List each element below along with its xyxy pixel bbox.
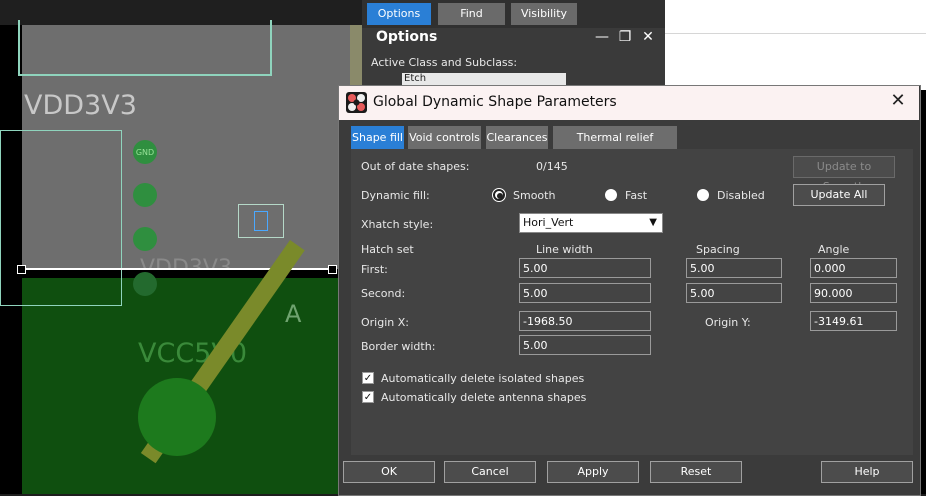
cancel-button[interactable]: Cancel	[444, 461, 536, 483]
radio-disabled-label: Disabled	[717, 189, 765, 202]
dialog-title: Global Dynamic Shape Parameters	[373, 94, 617, 110]
background-window	[665, 0, 926, 90]
reset-button[interactable]: Reset	[650, 461, 742, 483]
component-outline-left	[0, 130, 122, 306]
component-outline-top	[18, 20, 272, 76]
via-pad[interactable]	[133, 183, 157, 207]
update-to-smooth-button[interactable]: Update to Smooth	[793, 156, 895, 193]
angle-header: Angle	[818, 243, 850, 256]
help-button[interactable]: Help	[821, 461, 913, 483]
delete-antenna-label: Automatically delete antenna shapes	[381, 391, 587, 404]
origin-x-label: Origin X:	[361, 316, 409, 329]
xhatch-style-select[interactable]: Hori_Vert ▼	[519, 213, 663, 233]
silkscreen-text: A	[285, 300, 302, 328]
second-spacing-input[interactable]: 5.00	[686, 283, 782, 303]
gnd-pad[interactable]: GND	[133, 140, 157, 164]
tab-thermal-relief[interactable]: Thermal relief connects	[553, 126, 677, 167]
first-spacing-input[interactable]: 5.00	[686, 258, 782, 278]
out-of-date-value: 0/145	[536, 160, 568, 173]
active-class-label: Active Class and Subclass:	[371, 56, 518, 69]
background-divider	[665, 33, 926, 34]
close-icon[interactable]: ✕	[640, 29, 656, 45]
tab-shape-fill[interactable]: Shape fill	[351, 126, 404, 149]
selection-handle[interactable]	[17, 265, 26, 274]
restore-icon[interactable]: ❐	[617, 29, 633, 45]
component-pin	[254, 211, 268, 231]
border-width-label: Border width:	[361, 340, 436, 353]
mounting-pad	[138, 378, 216, 456]
first-angle-input[interactable]: 0.000	[810, 258, 897, 278]
spacing-header: Spacing	[696, 243, 740, 256]
apply-button[interactable]: Apply	[547, 461, 639, 483]
line-width-header: Line width	[536, 243, 593, 256]
tab-find[interactable]: Find	[438, 3, 505, 25]
class-select-value: Etch	[404, 73, 427, 84]
out-of-date-label: Out of date shapes:	[361, 160, 470, 173]
net-label-vdd3v3: VDD3V3	[24, 90, 137, 121]
origin-y-input[interactable]: -3149.61	[810, 311, 897, 331]
chevron-down-icon: ▼	[649, 217, 657, 228]
second-line-width-input[interactable]: 5.00	[519, 283, 651, 303]
tab-options[interactable]: Options	[367, 3, 431, 25]
origin-y-label: Origin Y:	[705, 316, 751, 329]
options-title: Options	[376, 29, 438, 45]
update-all-button[interactable]: Update All	[793, 184, 885, 206]
xhatch-style-value: Hori_Vert	[523, 216, 574, 229]
radio-smooth-label: Smooth	[513, 189, 556, 202]
minimize-icon[interactable]: —	[594, 29, 610, 45]
xhatch-style-label: Xhatch style:	[361, 218, 434, 231]
hatch-set-label: Hatch set	[361, 243, 414, 256]
radio-fast[interactable]	[605, 189, 617, 201]
radio-smooth[interactable]	[492, 188, 506, 202]
first-line-width-input[interactable]: 5.00	[519, 258, 651, 278]
second-angle-input[interactable]: 90.000	[810, 283, 897, 303]
via-pad[interactable]	[133, 272, 157, 296]
delete-antenna-checkbox[interactable]: ✓	[362, 391, 374, 403]
via-pad[interactable]	[133, 227, 157, 251]
origin-x-input[interactable]: -1968.50	[519, 311, 651, 331]
delete-isolated-checkbox[interactable]: ✓	[362, 372, 374, 384]
selection-handle[interactable]	[328, 265, 337, 274]
dialog-close-icon[interactable]: ✕	[888, 90, 908, 111]
border-width-input[interactable]: 5.00	[519, 335, 651, 355]
tab-void-controls[interactable]: Void controls	[408, 126, 481, 149]
gnd-pad-label: GND	[135, 147, 155, 157]
ok-button[interactable]: OK	[343, 461, 435, 483]
radio-disabled[interactable]	[697, 189, 709, 201]
second-label: Second:	[361, 287, 406, 300]
radio-fast-label: Fast	[625, 189, 648, 202]
tab-clearances[interactable]: Clearances	[486, 126, 548, 149]
first-label: First:	[361, 263, 388, 276]
tab-visibility[interactable]: Visibility	[511, 3, 577, 25]
dynamic-fill-label: Dynamic fill:	[361, 189, 430, 202]
delete-isolated-label: Automatically delete isolated shapes	[381, 372, 585, 385]
app-logo-icon	[346, 92, 367, 113]
